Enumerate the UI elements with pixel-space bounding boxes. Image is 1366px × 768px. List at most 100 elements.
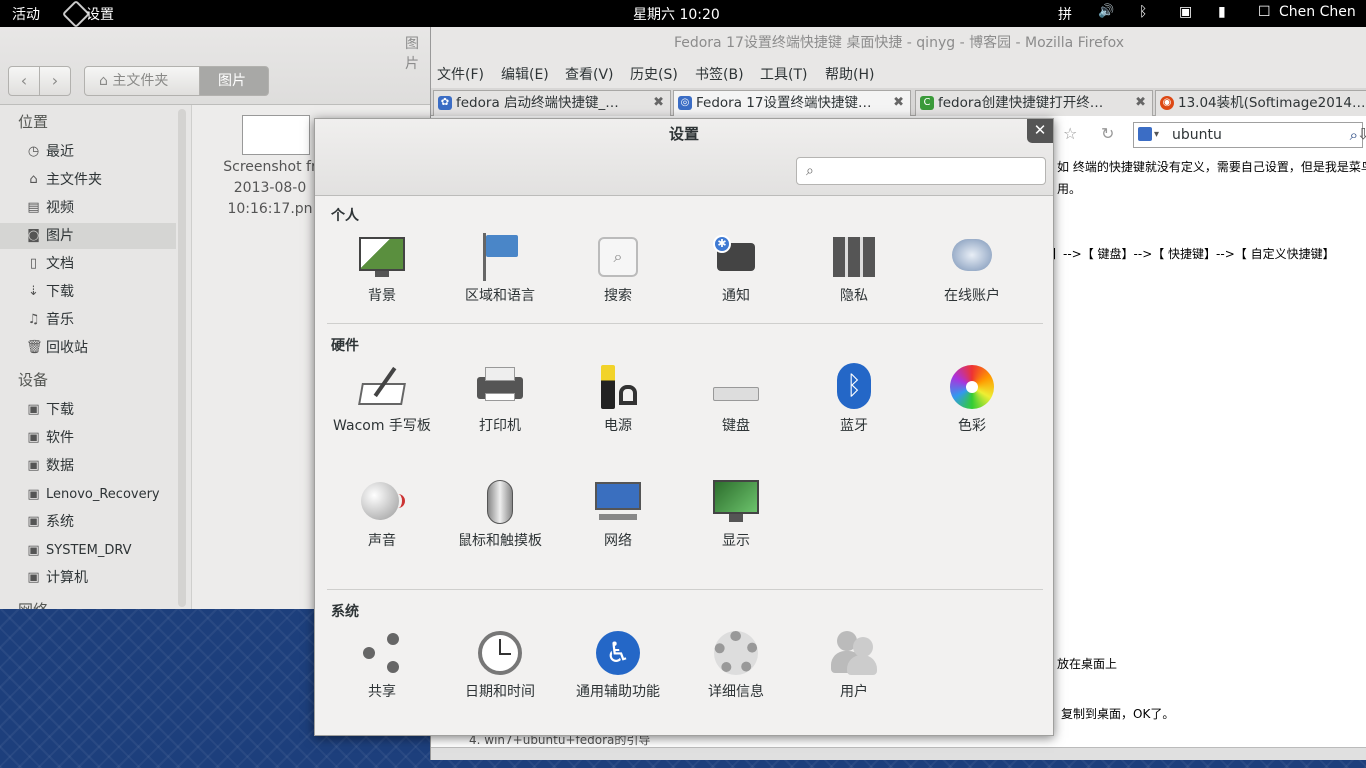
back-button[interactable]: ‹ xyxy=(8,66,40,96)
panel-wacom[interactable]: Wacom 手写板 xyxy=(327,363,437,436)
close-tab-icon[interactable]: ✖ xyxy=(893,91,904,115)
background-icon xyxy=(357,233,407,281)
app-menu[interactable]: 设置 xyxy=(86,4,114,24)
panel-online-accounts[interactable]: 在线账户 xyxy=(917,233,1027,306)
panel-details[interactable]: 详细信息 xyxy=(681,629,791,702)
tab-3[interactable]: Cfedora创建快捷键打开终… ✖ xyxy=(915,90,1153,116)
settings-window: 设置 ✕ ⌕ 个人 背景 区域和语言 ⌕ 搜索 ✱ 通知 隐私 在线账户 硬件 … xyxy=(314,118,1054,736)
close-button[interactable]: ✕ xyxy=(1027,119,1053,143)
panel-network[interactable]: 网络 xyxy=(563,478,673,551)
sidebar-device[interactable]: ▣ SYSTEM_DRV xyxy=(0,538,176,564)
panel-users[interactable]: 用户 xyxy=(799,629,909,702)
panel-color[interactable]: 色彩 xyxy=(917,363,1027,436)
panel-display[interactable]: 显示 xyxy=(681,478,791,551)
sidebar-device[interactable]: ▣ 软件 xyxy=(0,425,176,451)
cnblogs-icon: ◎ xyxy=(678,96,692,110)
sidebar-item-documents[interactable]: ▯ 文档 xyxy=(0,251,176,277)
search-engine-icon[interactable] xyxy=(1138,127,1152,141)
files-title: 图片 xyxy=(405,36,419,72)
bookmark-star-icon[interactable]: ☆ xyxy=(1063,124,1077,143)
panel-background[interactable]: 背景 xyxy=(327,233,437,306)
flag-icon xyxy=(475,233,525,281)
home-icon: ⌂ xyxy=(99,73,108,89)
panel-datetime[interactable]: 日期和时间 xyxy=(445,629,555,702)
menu-bookmarks[interactable]: 书签(B) xyxy=(695,64,744,84)
panel-region[interactable]: 区域和语言 xyxy=(445,233,555,306)
sidebar-item-downloads[interactable]: ⇣ 下载 xyxy=(0,279,176,305)
network-header: 网络 xyxy=(18,599,48,609)
devices-header: 设备 xyxy=(18,371,49,389)
input-method[interactable]: 拼 xyxy=(1058,4,1072,24)
activities-button[interactable]: 活动 xyxy=(12,4,40,24)
close-tab-icon[interactable]: ✖ xyxy=(653,91,664,115)
panel-bluetooth[interactable]: ᛒ 蓝牙 xyxy=(799,363,909,436)
sidebar-item-pictures[interactable]: ◙ 图片 xyxy=(0,223,176,249)
user-menu[interactable]: Chen Chen xyxy=(1279,4,1356,20)
site-icon: C xyxy=(920,96,934,110)
user-menu-icon[interactable]: ☐ xyxy=(1258,4,1271,20)
sidebar-device[interactable]: ▣ 计算机 xyxy=(0,565,176,591)
sidebar-item-home[interactable]: ⌂ 主文件夹 xyxy=(0,167,176,193)
web-search-input[interactable]: ▾ ubuntu ⌕ xyxy=(1133,122,1363,148)
tab-1[interactable]: ✿ fedora 启动终端快捷键_… ✖ xyxy=(433,90,671,116)
page-text: 】-->【 键盘】-->【 快捷键】-->【 自定义快捷键】 xyxy=(1051,247,1335,261)
download-icon[interactable]: ⇩ xyxy=(1357,125,1366,143)
panel-printers[interactable]: 打印机 xyxy=(445,363,555,436)
tab-4[interactable]: ◉ 13.04装机(Softimage2014… xyxy=(1155,90,1366,116)
section-system: 系统 xyxy=(331,604,359,620)
menu-history[interactable]: 历史(S) xyxy=(630,64,678,84)
sidebar-device[interactable]: ▣ 数据 xyxy=(0,453,176,479)
music-icon: ♫ xyxy=(27,312,40,327)
file-name[interactable]: Screenshot fr 2013-08-0 10:16:17.pn xyxy=(210,157,330,220)
sidebar-device[interactable]: ▣ 系统 xyxy=(0,509,176,535)
menu-tools[interactable]: 工具(T) xyxy=(760,64,807,84)
panel-sharing[interactable]: 共享 xyxy=(327,629,437,702)
crumb-pictures[interactable]: 图片 xyxy=(199,66,269,96)
reload-icon[interactable]: ↻ xyxy=(1101,124,1114,143)
panel-notifications[interactable]: ✱ 通知 xyxy=(681,233,791,306)
file-thumbnail[interactable] xyxy=(242,115,310,155)
menu-help[interactable]: 帮助(H) xyxy=(825,64,874,84)
volume-icon[interactable]: 🔊 xyxy=(1098,4,1114,19)
panel-search[interactable]: ⌕ 搜索 xyxy=(563,233,673,306)
panel-sound[interactable]: 声音 xyxy=(327,478,437,551)
sidebar-item-recent[interactable]: ◷ 最近 xyxy=(0,139,176,165)
page-text: 用。 xyxy=(1057,182,1082,196)
page-text: 复制到桌面，OK了。 xyxy=(1061,707,1175,721)
clock-icon xyxy=(475,629,525,677)
camera-icon: ◙ xyxy=(27,228,40,243)
forward-button[interactable]: › xyxy=(39,66,71,96)
sidebar-device[interactable]: ▣ Lenovo_Recovery xyxy=(0,482,176,508)
sidebar-item-videos[interactable]: ▤ 视频 xyxy=(0,195,176,221)
section-hardware: 硬件 xyxy=(331,338,359,354)
section-personal: 个人 xyxy=(331,208,359,224)
tab-2[interactable]: ◎ Fedora 17设置终端快捷键… ✖ xyxy=(673,90,911,116)
bluetooth-icon: ᛒ xyxy=(829,363,879,411)
menu-edit[interactable]: 编辑(E) xyxy=(501,64,549,84)
close-tab-icon[interactable]: ✖ xyxy=(1135,91,1146,115)
menu-view[interactable]: 查看(V) xyxy=(565,64,614,84)
bluetooth-icon[interactable]: ᛒ xyxy=(1139,4,1147,20)
battery-icon[interactable]: ▮ xyxy=(1218,4,1226,20)
panel-accessibility[interactable]: ♿ 通用辅助功能 xyxy=(563,629,673,702)
sidebar-device[interactable]: ▣ 下载 xyxy=(0,397,176,423)
close-icon: ✕ xyxy=(1033,121,1047,139)
panel-power[interactable]: 电源 xyxy=(563,363,673,436)
network-icon[interactable]: ▣ xyxy=(1179,4,1192,20)
document-icon: ▯ xyxy=(29,256,38,271)
firefox-scrollbar[interactable] xyxy=(431,747,1366,760)
sidebar-scrollbar[interactable] xyxy=(178,109,186,607)
download-icon: ⇣ xyxy=(28,284,39,299)
settings-search-input[interactable]: ⌕ xyxy=(796,157,1046,185)
separator xyxy=(327,323,1043,324)
panel-keyboard[interactable]: 键盘 xyxy=(681,363,791,436)
crumb-home[interactable]: ⌂ 主文件夹 xyxy=(84,66,200,96)
panel-privacy[interactable]: 隐私 xyxy=(799,233,909,306)
clock[interactable]: 星期六 10:20 xyxy=(633,4,720,24)
settings-title: 设置 xyxy=(668,125,699,143)
sidebar-item-music[interactable]: ♫ 音乐 xyxy=(0,307,176,333)
panel-mouse[interactable]: 鼠标和触摸板 xyxy=(445,478,555,551)
chevron-down-icon[interactable]: ▾ xyxy=(1154,123,1159,147)
menu-file[interactable]: 文件(F) xyxy=(437,64,484,84)
sidebar-item-trash[interactable]: 🗑 回收站 xyxy=(0,335,176,361)
